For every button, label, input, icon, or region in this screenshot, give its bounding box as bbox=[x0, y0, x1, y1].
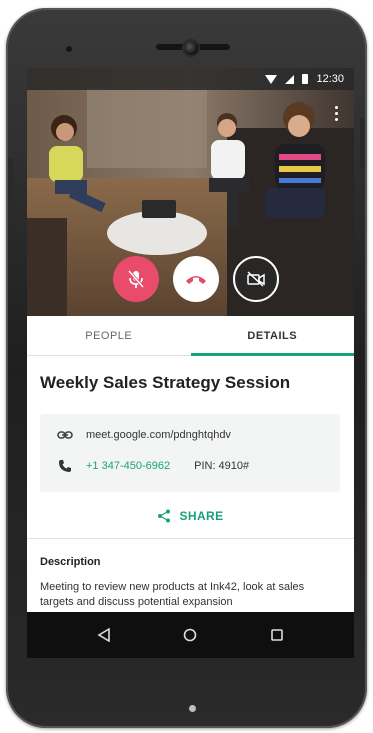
more-options-icon[interactable] bbox=[335, 106, 338, 121]
mic-off-icon bbox=[127, 270, 144, 288]
dial-in-number[interactable]: +1 347-450-6962 bbox=[86, 460, 170, 472]
meeting-title: Weekly Sales Strategy Session bbox=[40, 373, 291, 392]
signal-icon bbox=[285, 74, 295, 84]
status-time: 12:30 bbox=[316, 73, 344, 85]
end-call-button[interactable] bbox=[172, 256, 219, 302]
meeting-info-card: meet.google.com/pdnghtqhdv +1 347-450-69… bbox=[40, 414, 340, 492]
share-icon bbox=[158, 509, 171, 523]
description-heading: Description bbox=[40, 556, 101, 568]
tab-bar: PEOPLE DETAILS bbox=[27, 316, 354, 356]
battery-icon bbox=[302, 74, 309, 84]
notification-led bbox=[189, 705, 196, 712]
meeting-link[interactable]: meet.google.com/pdnghtqhdv bbox=[86, 429, 231, 441]
share-label: SHARE bbox=[179, 509, 224, 523]
link-icon bbox=[56, 428, 74, 442]
section-divider bbox=[27, 538, 354, 539]
tab-people[interactable]: PEOPLE bbox=[27, 316, 191, 355]
hang-up-icon bbox=[185, 276, 206, 284]
android-nav-bar bbox=[27, 612, 354, 658]
proximity-sensor bbox=[66, 46, 72, 52]
status-bar: 12:30 bbox=[27, 68, 354, 90]
home-circle-icon[interactable] bbox=[175, 620, 205, 650]
meeting-link-row[interactable]: meet.google.com/pdnghtqhdv bbox=[56, 428, 231, 442]
share-button[interactable]: SHARE bbox=[27, 502, 354, 530]
phone-icon bbox=[56, 459, 74, 473]
volume-button bbox=[8, 158, 13, 228]
power-button bbox=[360, 118, 365, 168]
camera-off-button[interactable] bbox=[232, 256, 279, 302]
description-text: Meeting to review new products at Ink42,… bbox=[40, 581, 305, 608]
front-camera bbox=[184, 41, 198, 55]
dial-in-row: +1 347-450-6962 PIN: 4910# bbox=[56, 459, 249, 473]
wifi-icon bbox=[265, 74, 278, 84]
back-triangle-icon[interactable] bbox=[89, 620, 119, 650]
video-off-icon bbox=[246, 271, 265, 287]
dial-in-pin: PIN: 4910# bbox=[194, 460, 250, 472]
recents-square-icon[interactable] bbox=[262, 620, 292, 650]
tab-details[interactable]: DETAILS bbox=[190, 316, 355, 356]
screen: 12:30 PEOPLE DETAILS Weekly Sales Strate… bbox=[27, 68, 354, 658]
mute-mic-button[interactable] bbox=[112, 256, 159, 302]
call-controls bbox=[27, 256, 354, 302]
